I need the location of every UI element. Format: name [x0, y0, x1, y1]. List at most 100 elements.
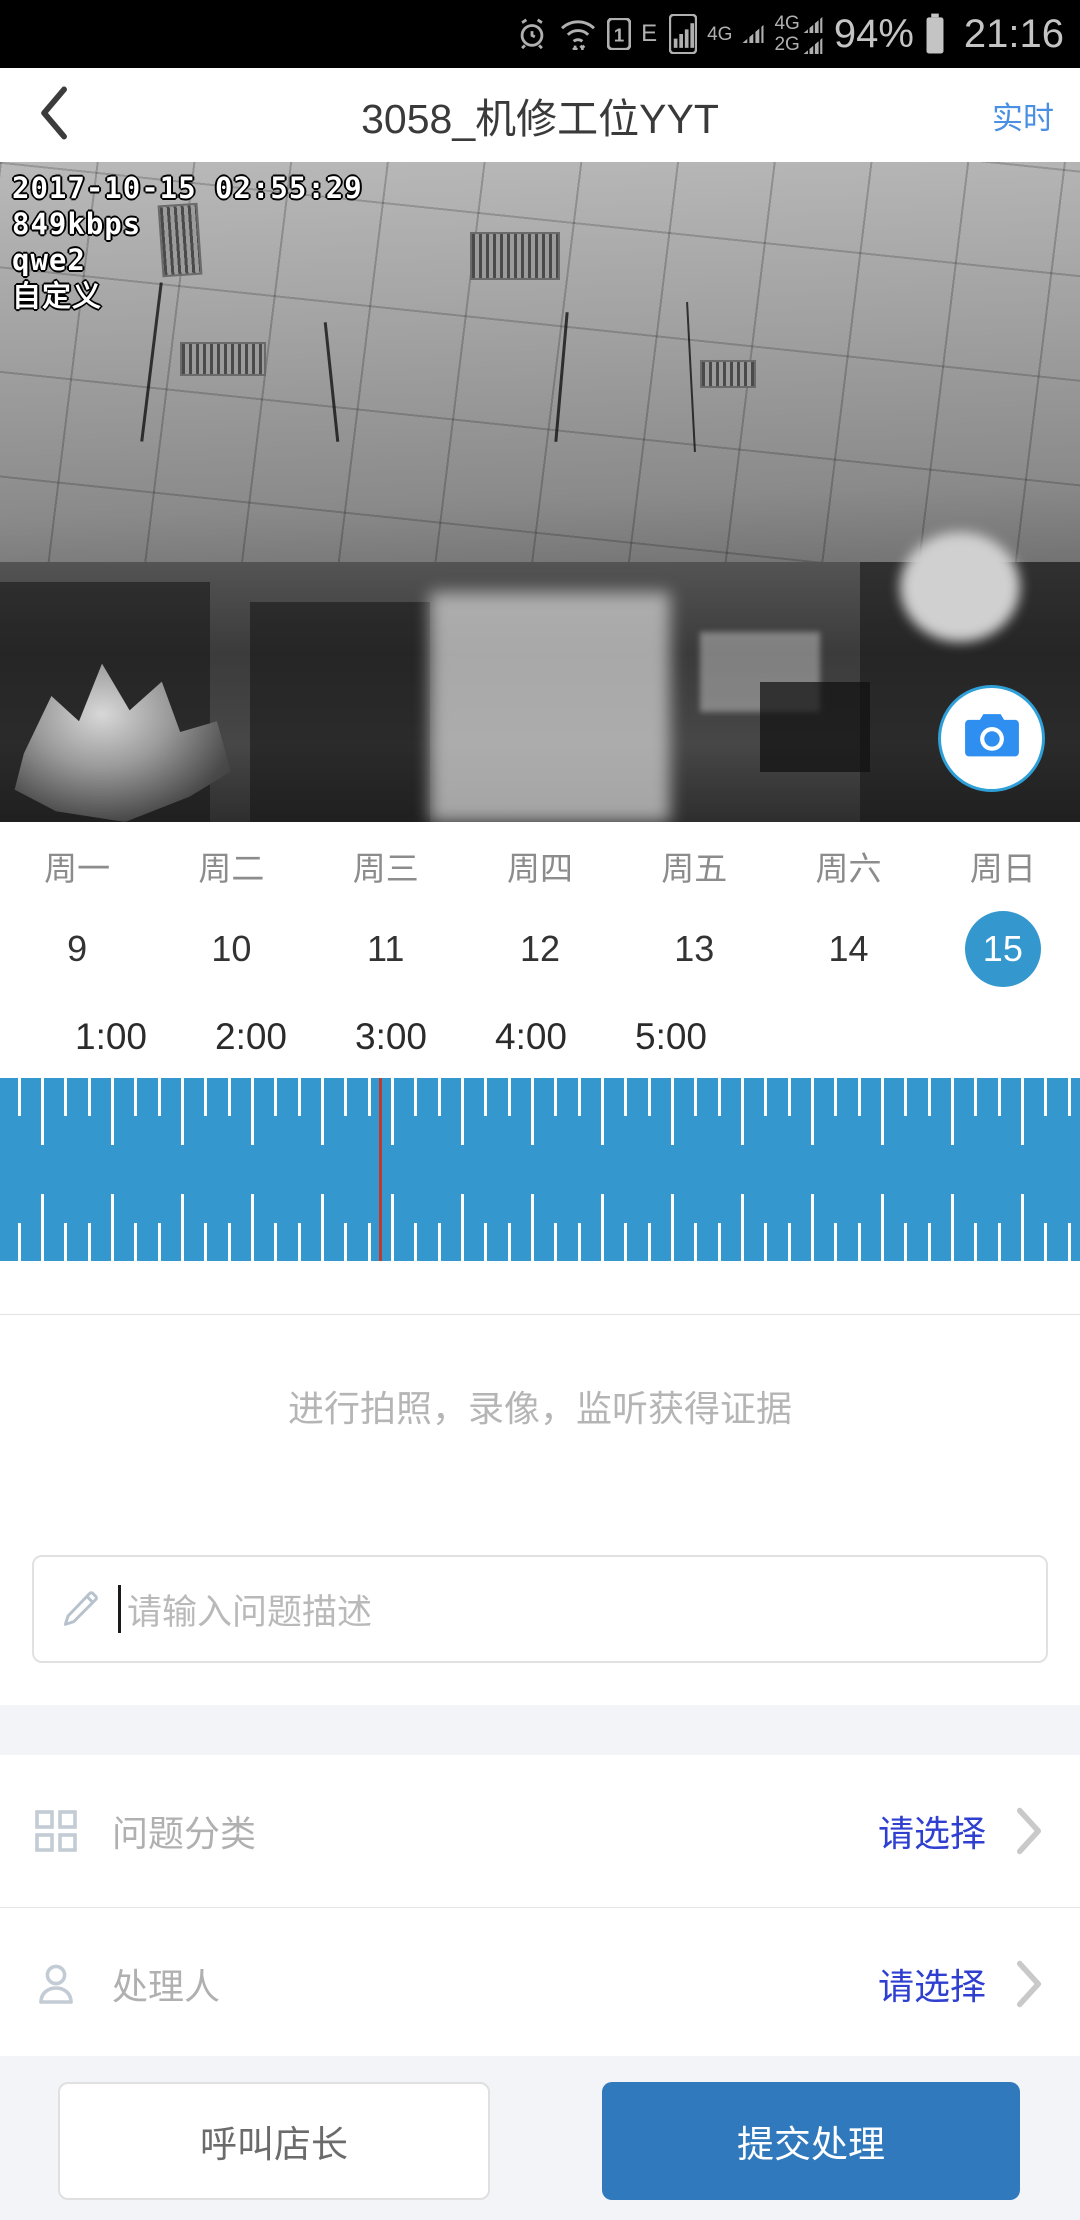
row-assignee[interactable]: 处理人 请选择	[0, 1908, 1080, 2060]
timeline-tick	[1044, 1078, 1047, 1116]
overlay-line-bitrate: 849kbps	[12, 207, 142, 241]
timeline-tick	[228, 1078, 231, 1116]
timeline-tick	[228, 1223, 231, 1261]
timeline-hour-label-2-00: 2:00	[214, 1016, 288, 1057]
timeline-tick	[181, 1078, 184, 1145]
timeline-tick	[998, 1223, 1001, 1261]
timeline-tick	[764, 1078, 767, 1116]
timeline-tick	[928, 1078, 931, 1116]
timeline-tick	[344, 1078, 347, 1116]
weekday-tue: 周二	[198, 850, 265, 887]
timeline-tick	[834, 1223, 837, 1261]
description-input-placeholder: 请输入问题描述	[127, 1592, 373, 1632]
video-player[interactable]: 2017-10-15 02:55:29 849kbps qwe2 自定义	[0, 162, 1080, 822]
row-assignee-label: 处理人	[112, 1966, 221, 2007]
title-bar: 3058_机修工位YYT 实时	[0, 68, 1080, 162]
alarm-icon	[515, 17, 549, 51]
timeline-tick	[134, 1223, 137, 1261]
weekday-sun: 周日	[969, 850, 1036, 887]
timeline-tick	[951, 1194, 954, 1261]
wifi-icon	[559, 18, 597, 50]
timeline-tick	[788, 1223, 791, 1261]
timeline-tick	[298, 1223, 301, 1261]
timeline-tick	[111, 1194, 114, 1261]
day-cell-15-selected[interactable]: 15	[926, 910, 1080, 988]
signal-bars-icon	[669, 14, 698, 54]
weekday-wed: 周三	[352, 850, 419, 887]
submit-button[interactable]: 提交处理	[602, 2082, 1020, 2200]
day-label-11: 11	[367, 928, 405, 969]
timeline-tick	[274, 1223, 277, 1261]
app-screen: 1 E 4G 4G 2G 94% 21:16 3058_机修工位YYT 实时 2…	[0, 0, 1080, 2220]
day-label-12: 12	[519, 928, 560, 969]
status-bar: 1 E 4G 4G 2G 94% 21:16	[0, 0, 1080, 68]
timeline-tick	[368, 1078, 371, 1116]
timeline-playhead[interactable]	[379, 1078, 383, 1261]
timeline-tick	[811, 1078, 814, 1145]
description-input[interactable]: 请输入问题描述	[32, 1555, 1048, 1663]
timeline-tick	[718, 1223, 721, 1261]
sim-card-icon: 1	[607, 18, 632, 50]
weekday-fri: 周五	[661, 850, 728, 887]
timeline-tick	[974, 1078, 977, 1116]
timeline-tick	[41, 1194, 44, 1261]
row-assignee-value[interactable]: 请选择	[878, 1958, 986, 2010]
timeline-tick	[274, 1078, 277, 1116]
day-cell-10[interactable]: 10	[154, 910, 308, 988]
timeline-tick	[251, 1078, 254, 1145]
timeline-tick	[18, 1223, 21, 1261]
capture-photo-button[interactable]	[938, 685, 1045, 792]
weekday-row: 周一 周二 周三 周四 周五 周六 周日	[0, 842, 1080, 890]
signal-bars-4g-icon	[803, 17, 823, 33]
timeline-tick	[64, 1223, 67, 1261]
live-button[interactable]: 实时	[992, 93, 1054, 138]
battery-icon	[924, 13, 946, 55]
timeline-tick	[41, 1078, 44, 1145]
timeline-tick	[368, 1223, 371, 1261]
day-number-row: 9 10 11 12 13 14 15	[0, 910, 1080, 988]
timeline-tick	[158, 1223, 161, 1261]
day-label-10: 10	[211, 928, 252, 969]
overlay-line-channel: qwe2	[12, 243, 86, 277]
timeline-tick	[578, 1078, 581, 1116]
timeline-tick	[671, 1078, 674, 1145]
timeline-tick	[484, 1078, 487, 1116]
day-cell-12[interactable]: 12	[463, 910, 617, 988]
timeline-hour-label-1-00: 1:00	[74, 1016, 148, 1057]
day-cell-13[interactable]: 13	[617, 910, 771, 988]
call-manager-button[interactable]: 呼叫店长	[58, 2082, 490, 2200]
day-cell-9[interactable]: 9	[0, 910, 154, 988]
timeline-tick	[928, 1223, 931, 1261]
video-overlay-text: 2017-10-15 02:55:29 849kbps qwe2 自定义	[12, 170, 363, 314]
timeline-tick	[438, 1223, 441, 1261]
row-issue-category-value[interactable]: 请选择	[878, 1805, 986, 1857]
chevron-right-icon	[1012, 1805, 1046, 1857]
timeline-tick	[554, 1223, 557, 1261]
timeline-tick	[881, 1194, 884, 1261]
timeline-hour-label-3-00: 3:00	[354, 1016, 428, 1057]
timeline-tick	[344, 1223, 347, 1261]
weekday-sat: 周六	[815, 850, 882, 887]
timeline-tick	[111, 1078, 114, 1145]
timeline-tick	[321, 1078, 324, 1145]
page-title: 3058_机修工位YYT	[361, 96, 719, 142]
timeline-tick	[624, 1078, 627, 1116]
row-issue-category[interactable]: 问题分类 请选择	[0, 1755, 1080, 1907]
date-strip[interactable]: 周一 周二 周三 周四 周五 周六 周日 9 10 11 12 13 14 15	[0, 822, 1080, 1010]
timeline-tick	[508, 1078, 511, 1116]
timeline-tick	[741, 1078, 744, 1145]
signal-bars-secondary-icon	[742, 25, 764, 43]
day-cell-11[interactable]: 11	[309, 910, 463, 988]
overlay-line-mode: 自定义	[12, 279, 103, 313]
weekday-mon: 周一	[44, 850, 111, 887]
day-cell-14[interactable]: 14	[771, 910, 925, 988]
timeline-tick	[414, 1078, 417, 1116]
timeline-tick	[18, 1078, 21, 1116]
timeline-tick	[601, 1194, 604, 1261]
timeline-tick	[858, 1223, 861, 1261]
svg-text:1: 1	[614, 25, 625, 46]
edge-network-label: E	[641, 20, 658, 47]
timeline-ruler[interactable]	[0, 1078, 1080, 1261]
playback-timeline[interactable]: 1:00 2:00 3:00 4:00 5:00	[0, 1010, 1080, 1315]
timeline-tick	[834, 1078, 837, 1116]
